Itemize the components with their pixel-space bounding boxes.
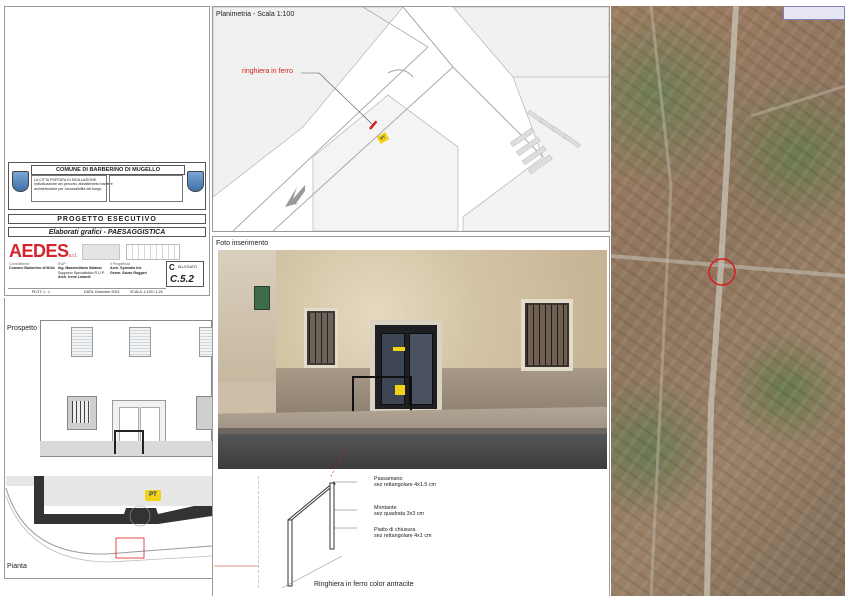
progettista-line-2: Geom. Sauro Ruggeri (110, 270, 147, 275)
photo-left-shutter (254, 286, 270, 310)
prospetto-window-1 (71, 327, 93, 357)
pianta-drawing (5, 476, 213, 563)
aerial-corner-badge (783, 6, 845, 20)
comune-header: COMUNE DI BARBERINO DI MUGELLO LA CITTA … (8, 162, 206, 210)
prospetto-window-2 (129, 327, 151, 357)
foto-photo (218, 250, 607, 469)
plan-building-center (312, 94, 459, 231)
progettista-cell: Il Progettista Arch. Spinsalo Iris Geom.… (110, 262, 164, 282)
plot-info: PLOT: 1 : 1 DATA: Dicembre 2023 SCALA: 1… (8, 288, 166, 295)
prospetto-window-grate (67, 396, 97, 430)
company-suffix: s.r.l. (68, 253, 78, 259)
planimetria-drawing (213, 7, 609, 231)
passamano-label: Passamano sez rettangolare 4x1.5 cm (374, 476, 436, 489)
pianta-hatch-top (6, 476, 34, 486)
prospetto-railing (114, 430, 144, 454)
plot-value: PLOT: 1 : 1 (32, 290, 50, 294)
pianta-hatch-building (44, 476, 212, 506)
company-logo: AEDESs.r.l. (9, 241, 79, 261)
aerial-overlay (611, 6, 845, 596)
photo-left-building (218, 250, 277, 382)
committente-value: Comune Barberino di M.llo (9, 266, 55, 271)
photo-window-right (521, 299, 573, 371)
plan-direction-arrow (285, 185, 305, 207)
intervento-line-3: architettoniche per l'accessibilità del … (34, 186, 102, 191)
aerial-street-4 (750, 84, 845, 118)
detail-post-left (287, 519, 293, 587)
committente-cell: Committente Comune Barberino di M.llo (9, 262, 57, 282)
allegato-letter: C (169, 263, 175, 272)
planimetria-title: Planimetria - Scala 1:100 (216, 11, 295, 18)
elaborati-bar: Elaborati grafici - PAESAGGISTICA (8, 227, 206, 237)
comune-name: COMUNE DI BARBERINO DI MUGELLO (31, 165, 185, 175)
pianta-title: Pianta (7, 563, 27, 570)
prospetto-window-4 (196, 396, 213, 430)
photo-window-left (304, 308, 338, 368)
intervento-box-right (109, 175, 183, 202)
progetto-bar: PROGETTO ESECUTIVO (8, 214, 206, 224)
crest-left-icon (12, 171, 29, 192)
piatto-label: Piatto di chiusura sez rettangolare 4x1 … (374, 527, 432, 540)
partner-logo-1 (82, 244, 120, 260)
passamano-spec: sez rettangolare 4x1.5 cm (374, 482, 437, 489)
montante-spec: sez quadrata 3x3 cm (374, 511, 425, 518)
partner-logo-2 (126, 244, 180, 260)
railing-detail-drawing (281, 481, 357, 589)
pianta-railing-red (115, 537, 145, 559)
railing-detail (262, 476, 372, 589)
detail-labels: Passamano sez rettangolare 4x1.5 cm Mont… (374, 476, 484, 546)
allegato-box: C ALLEGATO C.5.2 (166, 261, 204, 287)
intervento-box: LA CITTA PORTATA DI SIGILLAZIONE Individ… (31, 175, 113, 202)
aerial-street-3 (649, 6, 673, 596)
detail-post-right (329, 482, 335, 550)
aerial-main-street (704, 6, 739, 596)
crest-right-icon (187, 171, 204, 192)
pianta-plan: PT (5, 476, 213, 572)
scala-value: SCALA: 1:100 / 1:20 (130, 290, 163, 294)
rup-line-3: Arch. Irene Lolandi (58, 275, 91, 280)
plan-building-top-right (452, 7, 609, 78)
pt-badge: PT (145, 490, 161, 501)
planimetria-map: PT (213, 7, 609, 231)
prospetto-window-3 (199, 327, 213, 357)
allegato-label: ALLEGATO (178, 265, 197, 269)
montante-label: Montante sez quadrata 3x3 cm (374, 505, 424, 518)
rup-cell: RUP Ing. Massimiliano Salamo Supporto Sp… (58, 262, 110, 282)
detail-top-rail (287, 481, 336, 523)
company-name: AEDES (9, 241, 69, 261)
prospetto-title: Prospetto (7, 325, 37, 332)
piatto-spec: sez rettangolare 4x1 cm (374, 533, 432, 540)
data-value: DATA: Dicembre 2023 (84, 290, 120, 294)
aerial-cross-street (611, 254, 845, 278)
title-block-empty-area (5, 7, 209, 161)
detail-caption: Ringhiera in ferro color antracite (314, 581, 414, 588)
foto-title: Foto inserimento (216, 240, 269, 247)
photo-street (218, 434, 607, 469)
allegato-code: C.5.2 (170, 274, 194, 285)
aerial-photo (611, 6, 845, 596)
ringhiera-label: ringhiera in ferro (242, 68, 293, 75)
